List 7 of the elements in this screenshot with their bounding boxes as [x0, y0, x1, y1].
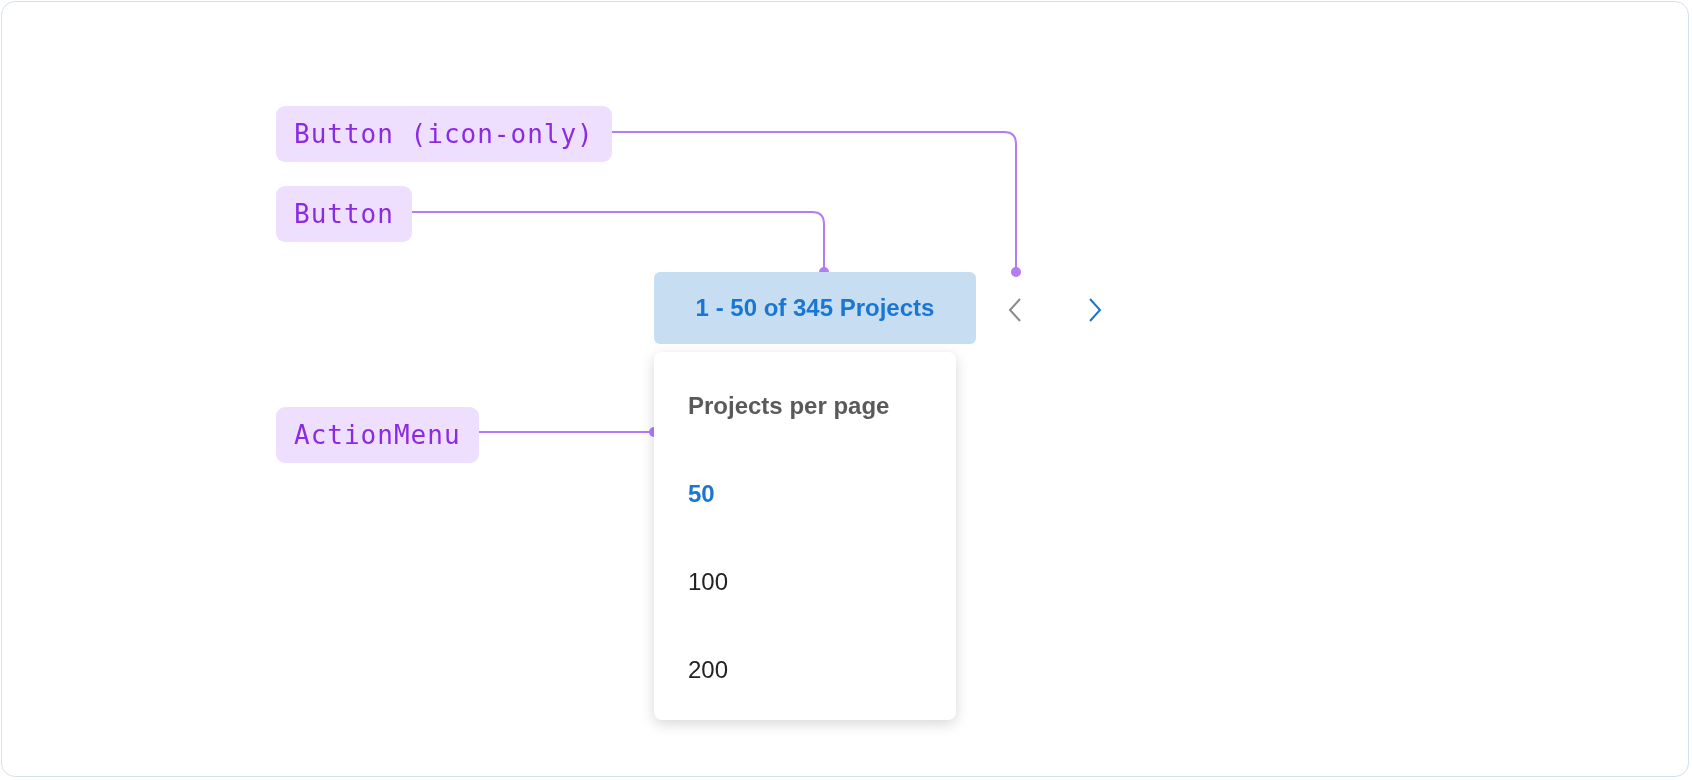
annotation-label: ActionMenu [276, 407, 479, 463]
menu-title: Projects per page [688, 392, 891, 421]
menu-item[interactable]: 100 [688, 568, 956, 656]
menu-item[interactable]: 200 [688, 656, 956, 744]
annotation-label: Button (icon-only) [276, 106, 612, 162]
menu-item[interactable]: 50 [688, 480, 956, 568]
annotation-label: Button [276, 186, 412, 242]
